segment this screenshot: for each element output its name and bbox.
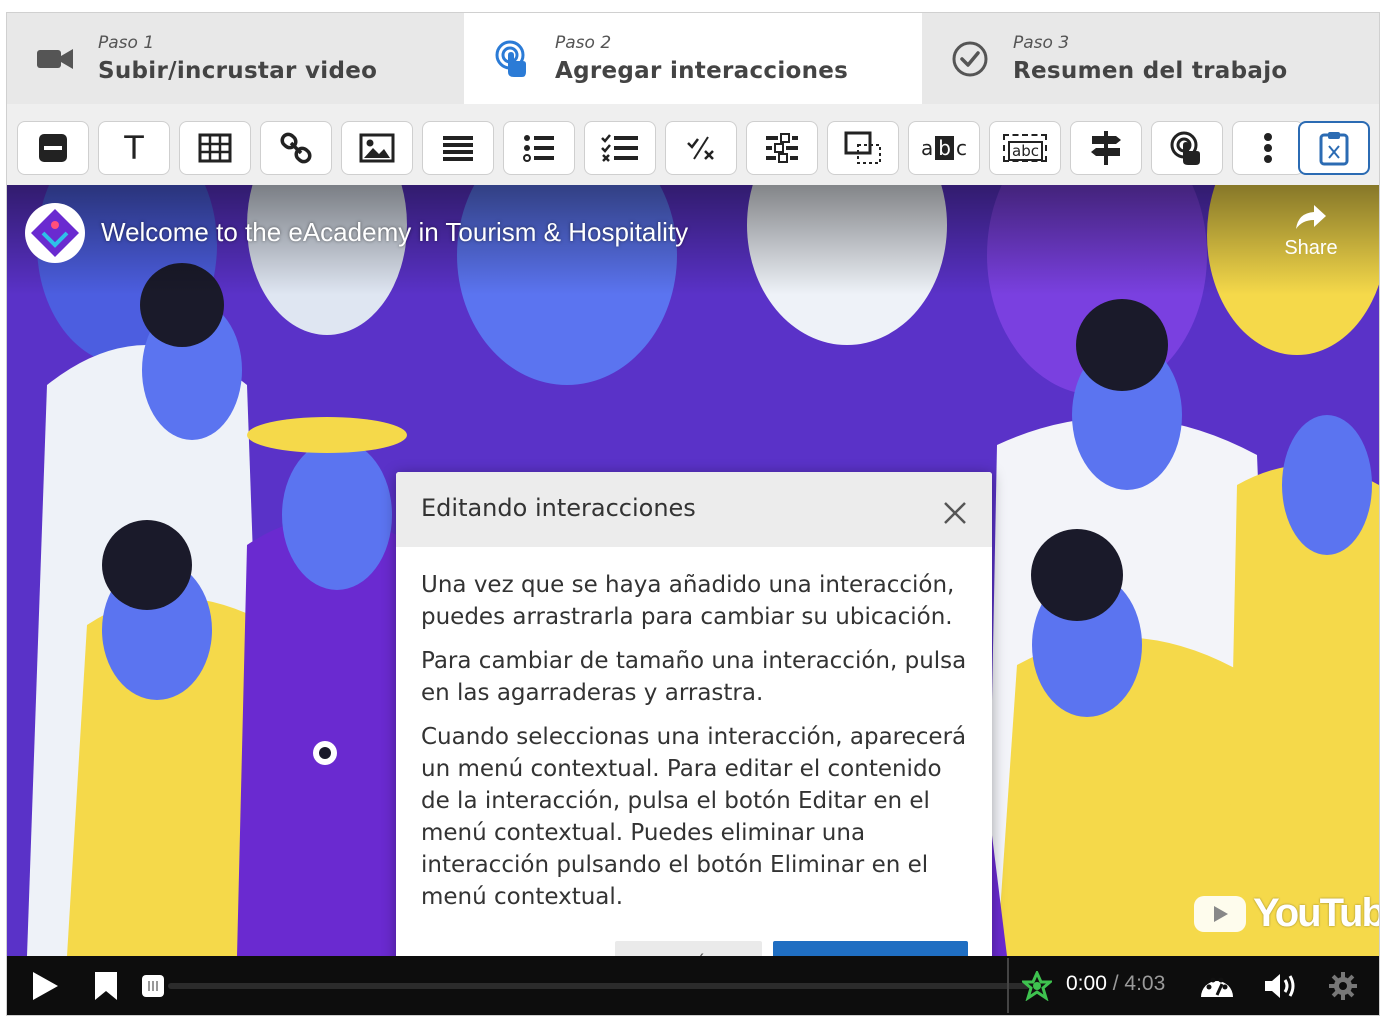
- dialog-paragraph: Para cambiar de tamaño una interacción, …: [421, 648, 967, 706]
- dialog-body: Una vez que se haya añadido una interacc…: [421, 569, 973, 925]
- link-icon: [280, 132, 312, 164]
- channel-avatar[interactable]: [25, 203, 85, 263]
- dialog-paragraph: Una vez que se haya añadido una interacc…: [421, 572, 955, 630]
- youtube-play-icon: [1194, 895, 1246, 932]
- share-button[interactable]: Share: [1271, 203, 1351, 260]
- text-button[interactable]: T: [98, 121, 170, 175]
- dialog-header: Editando interacciones: [396, 472, 992, 547]
- step-title: Subir/incrustar video: [98, 58, 378, 84]
- drag-text-button[interactable]: abc: [989, 121, 1061, 175]
- settings-button[interactable]: [1323, 956, 1363, 1015]
- statements-button[interactable]: [422, 121, 494, 175]
- step-kicker: Paso 3: [1013, 33, 1070, 53]
- fill-blanks-button[interactable]: [746, 121, 818, 175]
- drag-drop-icon: [844, 131, 881, 164]
- volume-button[interactable]: [1261, 956, 1301, 1015]
- navigation-hotspot-button[interactable]: [1151, 121, 1223, 175]
- step-upload-video[interactable]: Paso 1 Subir/incrustar video: [7, 13, 464, 104]
- youtube-brand[interactable]: YouTube: [1193, 891, 1379, 936]
- current-time: 0:00: [1066, 972, 1107, 995]
- more-vertical-icon: [1264, 133, 1272, 163]
- step-add-interactions[interactable]: Paso 2 Agregar interacciones: [464, 13, 922, 104]
- single-choice-button[interactable]: [503, 121, 575, 175]
- hotspot-icon: [1170, 131, 1200, 165]
- close-icon[interactable]: [942, 500, 968, 526]
- gear-icon: [1329, 971, 1357, 1000]
- label-button[interactable]: [17, 121, 89, 175]
- link-button[interactable]: [260, 121, 332, 175]
- drag-text-icon: abc: [1003, 134, 1047, 162]
- image-button[interactable]: [341, 121, 413, 175]
- video-camera-icon: [37, 49, 73, 69]
- dialog-paragraph: Cuando seleccionas una interacción, apar…: [421, 724, 967, 910]
- crossroads-button[interactable]: [1070, 121, 1142, 175]
- video-player[interactable]: Welcome to the eAcademy in Tourism & Hos…: [7, 185, 1379, 956]
- playback-speed-button[interactable]: [1197, 956, 1237, 1015]
- drag-drop-button[interactable]: [827, 121, 899, 175]
- share-arrow-icon: [1296, 205, 1326, 229]
- mark-words-icon: a b c: [921, 136, 967, 160]
- text-icon: T: [124, 129, 144, 167]
- more-options-button[interactable]: [1232, 121, 1304, 175]
- mark-words-button[interactable]: a b c: [908, 121, 980, 175]
- video-title[interactable]: Welcome to the eAcademy in Tourism & Hos…: [101, 217, 688, 248]
- next-button[interactable]: SIGUIENTE: [773, 941, 968, 956]
- time-display: 0:00 / 4:03: [1066, 972, 1165, 996]
- duration: 4:03: [1124, 972, 1166, 995]
- label-icon: [39, 134, 67, 162]
- step-kicker: Paso 2: [555, 33, 612, 53]
- volume-icon: [1265, 973, 1295, 998]
- check-circle-icon: [952, 41, 988, 77]
- time-separator: /: [1106, 972, 1125, 995]
- speedometer-icon: [1201, 977, 1233, 997]
- multiple-choice-button[interactable]: [584, 121, 656, 175]
- share-label: Share: [1284, 237, 1338, 259]
- bookmark-icon: [95, 971, 117, 1000]
- step-kicker: Paso 1: [98, 33, 155, 53]
- interactions-toolbar: T a b c abc: [7, 104, 1379, 185]
- step-title: Resumen del trabajo: [1013, 58, 1288, 84]
- image-icon: [359, 133, 395, 163]
- step-title: Agregar interacciones: [555, 58, 849, 84]
- multiple-choice-icon: [601, 134, 638, 162]
- table-button[interactable]: [179, 121, 251, 175]
- signpost-icon: [1091, 131, 1121, 165]
- time-divider: [1007, 958, 1009, 1013]
- play-button[interactable]: [25, 956, 65, 1015]
- youtube-wordmark: YouTube: [1253, 891, 1379, 935]
- true-false-button[interactable]: [665, 121, 737, 175]
- back-button[interactable]: ATRÁS: [615, 941, 762, 956]
- wizard-steps: Paso 1 Subir/incrustar video Paso 2 Agre…: [7, 13, 1379, 104]
- clipboard-icon: [1319, 132, 1349, 166]
- dialog-title: Editando interacciones: [421, 494, 696, 522]
- editing-interactions-dialog: Editando interacciones Una vez que se ha…: [396, 472, 992, 956]
- player-control-bar: 0:00 / 4:03: [7, 956, 1379, 1015]
- editor-frame: Paso 1 Subir/incrustar video Paso 2 Agre…: [6, 12, 1380, 1016]
- channel-logo-icon: [31, 209, 79, 257]
- play-icon: [33, 971, 58, 1000]
- true-false-icon: [687, 136, 714, 160]
- table-icon: [198, 133, 232, 163]
- bookmark-button[interactable]: [89, 956, 123, 1015]
- fill-blanks-icon: [766, 133, 798, 163]
- touch-interaction-icon: [495, 40, 526, 77]
- star-icon: [1022, 970, 1052, 1001]
- statements-icon: [443, 136, 473, 161]
- end-screen-button[interactable]: [1020, 956, 1054, 1015]
- seek-handle-icon: [142, 974, 164, 997]
- progress-bar[interactable]: [168, 983, 1030, 989]
- paste-button[interactable]: [1298, 121, 1370, 175]
- seek-handle[interactable]: [139, 956, 167, 1015]
- step-summary[interactable]: Paso 3 Resumen del trabajo: [922, 13, 1379, 104]
- single-choice-icon: [523, 135, 554, 162]
